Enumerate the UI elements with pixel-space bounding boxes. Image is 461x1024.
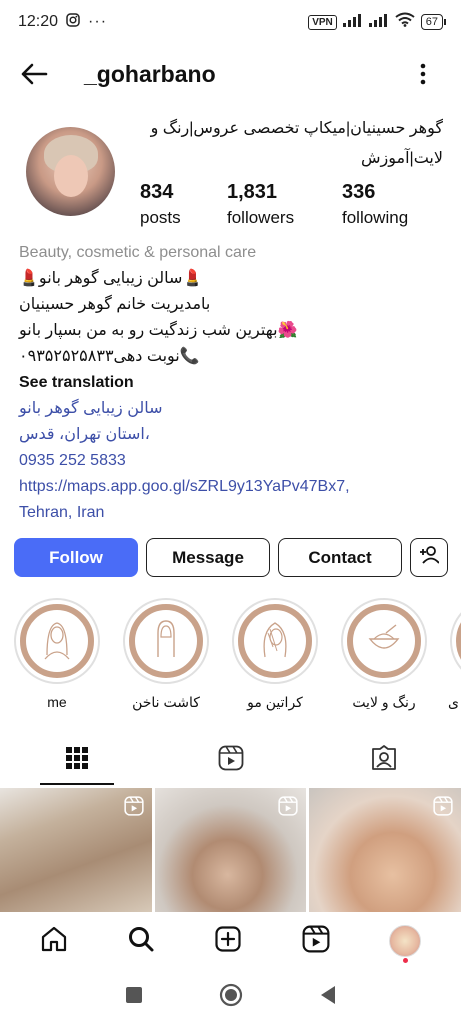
home-button-icon[interactable] <box>219 983 243 1012</box>
content-tabs <box>0 735 461 785</box>
grid-icon <box>65 746 89 775</box>
add-user-button[interactable] <box>410 538 448 577</box>
search-icon[interactable] <box>127 925 155 958</box>
bio-line-4: 📞نوبت دهی۰۹۳۵۲۵۲۵۸۳۳ <box>19 348 200 365</box>
followers-count: 1,831 <box>227 181 278 203</box>
maps-link[interactable]: https://maps.app.goo.gl/sZRL9y13YaPv47Bx… <box>19 474 449 500</box>
status-bar: 12:20 ··· VPN 67 <box>0 0 461 44</box>
hair-icon <box>255 617 295 666</box>
highlight-me[interactable]: me <box>12 598 102 710</box>
see-translation-link[interactable]: See translation <box>19 370 449 396</box>
post-thumbnail[interactable] <box>154 788 307 912</box>
post-thumbnail[interactable] <box>0 788 152 912</box>
business-name-link[interactable]: سالن زیبایی گوهر بانو <box>19 396 449 422</box>
following-count: 336 <box>342 181 376 203</box>
bio-line-3: 🌺بهترین شب زندگیت رو به من بسپار بانو <box>19 322 298 339</box>
highlight-label: ی <box>448 694 459 710</box>
instagram-notification-icon <box>66 12 80 32</box>
home-icon[interactable] <box>40 925 68 958</box>
highlight-label: کراتین مو <box>247 694 303 710</box>
reel-indicator-icon <box>433 796 453 821</box>
profile-actions: Follow Message Contact <box>14 538 448 577</box>
tab-grid[interactable] <box>0 735 154 785</box>
vpn-badge: VPN <box>308 14 337 30</box>
tab-reels[interactable] <box>154 735 308 785</box>
reels-nav-icon[interactable] <box>302 925 330 958</box>
wifi-icon <box>395 12 415 32</box>
profile-header: _goharbano <box>0 52 461 96</box>
message-button[interactable]: Message <box>146 538 270 577</box>
back-button-icon[interactable] <box>319 985 337 1010</box>
nail-icon <box>146 617 186 666</box>
profile-username: _goharbano <box>84 60 216 87</box>
profile-stats: 834 posts 1,831 followers 336 following <box>140 180 440 232</box>
highlight-keratin[interactable]: کراتین مو <box>230 598 320 711</box>
posts-label: posts <box>140 208 181 227</box>
signal-2-icon <box>368 13 389 32</box>
signal-icon <box>342 13 363 32</box>
reels-icon <box>218 745 244 776</box>
reel-indicator-icon <box>124 796 144 821</box>
battery-indicator: 67 <box>420 14 447 30</box>
bottom-navigation <box>0 912 461 970</box>
follow-button[interactable]: Follow <box>14 538 138 577</box>
phone-link[interactable]: 0935 252 5833 <box>19 448 449 474</box>
more-options-icon[interactable] <box>403 52 443 96</box>
highlight-label: کاشت ناخن <box>132 694 200 710</box>
status-time: 12:20 <box>18 13 59 30</box>
bio-line-1: 💄سالن زیبایی گوهر بانو💄 <box>19 270 203 287</box>
post-grid <box>0 788 461 912</box>
stat-posts[interactable]: 834 posts <box>140 180 181 228</box>
profile-nav-avatar[interactable] <box>389 925 422 963</box>
add-user-icon <box>419 546 440 569</box>
contact-button[interactable]: Contact <box>278 538 402 577</box>
tab-tagged[interactable] <box>307 735 461 785</box>
profile-avatar[interactable] <box>26 127 115 216</box>
highlight-label: رنگ و لایت <box>352 694 416 710</box>
notification-dot <box>403 958 409 963</box>
woman-portrait-icon <box>37 617 77 666</box>
highlight-color[interactable]: رنگ و لایت <box>339 598 429 711</box>
reel-indicator-icon <box>278 796 298 821</box>
story-highlights: me کاشت ناخن کراتین مو رنگ و لایت ی <box>0 598 461 718</box>
system-navigation <box>0 970 461 1024</box>
address-link[interactable]: ،استان تهران، قدس <box>19 422 449 448</box>
highlight-label: me <box>47 694 67 710</box>
profile-bio: Beauty, cosmetic & personal care 💄سالن ز… <box>19 240 449 526</box>
bowl-icon <box>364 619 404 664</box>
followers-label: followers <box>227 208 295 227</box>
post-thumbnail[interactable] <box>309 788 461 912</box>
profile-title: گوهر حسینیان|میکاپ تخصصی عروس|رنگ و لایت… <box>150 120 443 167</box>
stat-following[interactable]: 336 following <box>342 180 408 228</box>
create-post-icon[interactable] <box>214 925 242 958</box>
back-arrow-icon[interactable] <box>4 52 64 96</box>
following-label: following <box>342 208 409 227</box>
tagged-icon <box>371 744 397 776</box>
stat-followers[interactable]: 1,831 followers <box>227 180 294 228</box>
posts-count: 834 <box>140 181 174 203</box>
bio-line-2: بامدیریت خانم گوهر حسینیان <box>19 296 211 313</box>
city-link[interactable]: Tehran, Iran <box>19 500 449 526</box>
category-label: Beauty, cosmetic & personal care <box>19 244 257 261</box>
recent-apps-icon[interactable] <box>125 986 143 1009</box>
highlight-nails[interactable]: کاشت ناخن <box>121 598 211 711</box>
highlight-partial[interactable]: ی <box>448 598 461 711</box>
more-notifications-icon: ··· <box>88 13 108 30</box>
